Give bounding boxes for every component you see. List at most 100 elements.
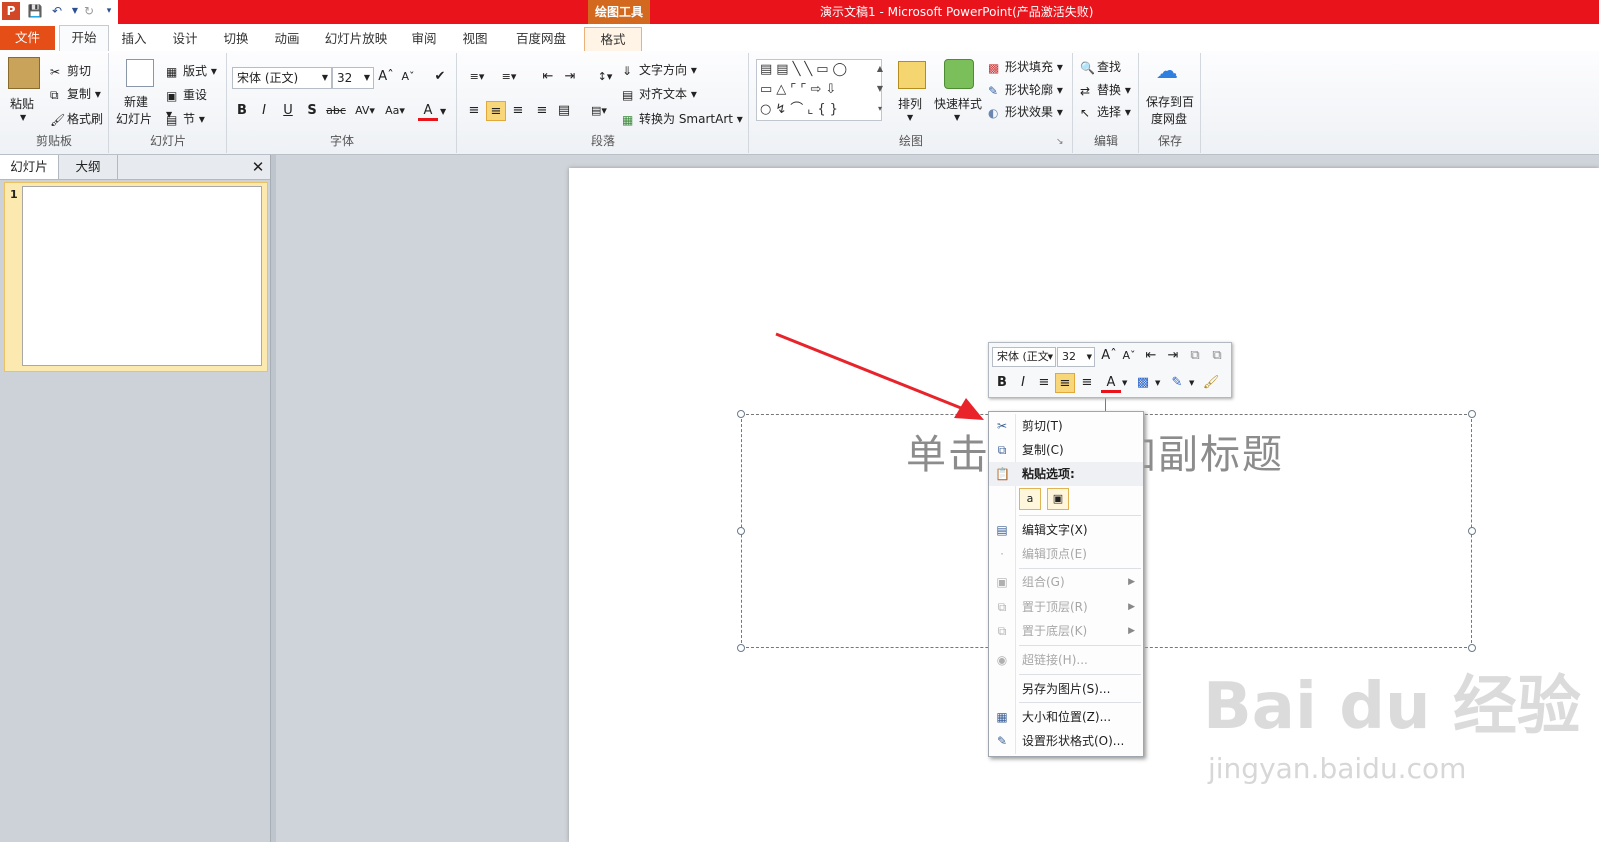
grow-font-icon[interactable]: Aˆ: [376, 67, 396, 87]
quick-styles-dropdown-icon[interactable]: ▼: [954, 113, 960, 122]
paste-button[interactable]: 粘贴: [10, 95, 34, 112]
paste-icon[interactable]: [8, 57, 40, 89]
mini-italic-icon[interactable]: I: [1013, 373, 1033, 393]
resize-handle-top-right[interactable]: [1468, 410, 1476, 418]
baidu-cloud-icon[interactable]: ☁: [1156, 59, 1178, 84]
mini-shrink-font-icon[interactable]: Aˇ: [1119, 346, 1139, 366]
mini-font-color-icon[interactable]: A: [1101, 373, 1121, 393]
align-left-icon[interactable]: ≡: [464, 101, 484, 121]
columns-icon[interactable]: ▤▾: [586, 101, 612, 121]
shape-outline-button[interactable]: ✎ 形状轮廓 ▾: [988, 81, 1063, 98]
new-slide-label-2[interactable]: 幻灯片: [116, 110, 152, 127]
tab-animations[interactable]: 动画: [266, 27, 308, 51]
font-color-dropdown-icon[interactable]: ▼: [440, 107, 446, 116]
redo-icon[interactable]: ↻: [80, 2, 98, 20]
mini-align-left-icon[interactable]: ≡: [1034, 373, 1054, 393]
bold-icon[interactable]: B: [232, 101, 252, 121]
mini-grow-font-icon[interactable]: Aˆ: [1099, 346, 1119, 366]
close-panel-icon[interactable]: ✕: [248, 155, 268, 179]
clear-formatting-icon[interactable]: ✔: [430, 67, 450, 87]
new-slide-label-1[interactable]: 新建: [124, 93, 148, 110]
mini-align-center-icon[interactable]: ≡: [1055, 373, 1075, 393]
customize-quick-access-icon[interactable]: ▾: [100, 2, 118, 20]
increase-indent-icon[interactable]: ⇥: [560, 67, 580, 87]
italic-icon[interactable]: I: [254, 101, 274, 121]
tab-format[interactable]: 格式: [584, 27, 642, 52]
shrink-font-icon[interactable]: Aˇ: [398, 67, 418, 87]
align-text-button[interactable]: ▤ 对齐文本 ▾: [622, 85, 697, 102]
menu-item-size-position[interactable]: ▦ 大小和位置(Z)...: [989, 705, 1143, 729]
mini-font-name-combobox[interactable]: 宋体 (正文 ▼: [992, 347, 1056, 367]
mini-bold-icon[interactable]: B: [992, 373, 1012, 393]
menu-item-cut[interactable]: ✂ 剪切(T): [989, 414, 1143, 438]
mini-decrease-indent-icon[interactable]: ⇤: [1141, 346, 1161, 366]
font-size-combobox[interactable]: 32 ▼: [332, 67, 374, 89]
save-to-baidu-label-2[interactable]: 度网盘: [1151, 110, 1187, 127]
tab-slideshow[interactable]: 幻灯片放映: [320, 27, 392, 51]
font-name-combobox[interactable]: 宋体 (正文) ▼: [232, 67, 332, 89]
strikethrough-icon[interactable]: abc: [324, 101, 348, 121]
save-icon[interactable]: 💾: [26, 2, 44, 20]
reset-button[interactable]: ▣ 重设: [166, 86, 207, 103]
mini-outline-dropdown-icon[interactable]: ▼: [1189, 379, 1194, 387]
arrange-dropdown-icon[interactable]: ▼: [907, 113, 913, 122]
mini-fill-bucket-icon[interactable]: ▩: [1133, 373, 1153, 393]
shape-effects-button[interactable]: ◐ 形状效果 ▾: [988, 103, 1063, 120]
text-direction-button[interactable]: ⇓ 文字方向 ▾: [622, 61, 697, 78]
shapes-gallery[interactable]: ▤▤╲╲▭◯ ▭△⌜⌜⇨⇩ ○↯⌒⌞{}: [756, 59, 882, 121]
tab-insert[interactable]: 插入: [113, 27, 155, 51]
cut-button[interactable]: ✂ 剪切: [50, 62, 91, 79]
shapes-gallery-scroll[interactable]: ▲ ▼ ▾: [874, 59, 886, 121]
mini-increase-indent-icon[interactable]: ⇥: [1163, 346, 1183, 366]
underline-icon[interactable]: U: [278, 101, 298, 121]
layout-button[interactable]: ▦ 版式 ▾: [166, 62, 217, 79]
resize-handle-bottom-left[interactable]: [737, 644, 745, 652]
line-spacing-icon[interactable]: ↕▾: [592, 67, 618, 87]
resize-handle-right[interactable]: [1468, 527, 1476, 535]
mini-fill-dropdown-icon[interactable]: ▼: [1155, 379, 1160, 387]
mini-format-painter-icon[interactable]: 🖌: [1201, 373, 1221, 393]
paste-as-picture-icon[interactable]: ▣: [1047, 488, 1069, 510]
distributed-icon[interactable]: ▤: [554, 101, 574, 121]
mini-send-back-icon[interactable]: ⧉: [1207, 346, 1227, 366]
paste-dropdown-icon[interactable]: ▼: [20, 113, 26, 122]
find-button[interactable]: 🔍 查找: [1080, 58, 1121, 75]
section-button[interactable]: ▤ 节 ▾: [166, 110, 205, 127]
tab-review[interactable]: 审阅: [403, 27, 445, 51]
align-right-icon[interactable]: ≡: [508, 101, 528, 121]
format-painter-button[interactable]: 🖌 格式刷: [50, 110, 103, 127]
select-button[interactable]: ↖ 选择 ▾: [1080, 103, 1131, 120]
mini-bring-front-icon[interactable]: ⧉: [1185, 346, 1205, 366]
font-color-icon[interactable]: A: [418, 101, 438, 121]
quick-styles-icon[interactable]: [944, 59, 974, 89]
tab-transitions[interactable]: 切换: [215, 27, 257, 51]
tab-outline-panel[interactable]: 大纲: [59, 155, 118, 179]
convert-smartart-button[interactable]: ▦ 转换为 SmartArt ▾: [622, 110, 743, 127]
mini-outline-pen-icon[interactable]: ✎: [1167, 373, 1187, 393]
quick-styles-button[interactable]: 快速样式: [934, 95, 982, 112]
align-center-icon[interactable]: ≡: [486, 101, 506, 121]
undo-icon[interactable]: ↶: [48, 2, 66, 20]
decrease-indent-icon[interactable]: ⇤: [538, 67, 558, 87]
resize-handle-left[interactable]: [737, 527, 745, 535]
mini-font-color-dropdown-icon[interactable]: ▼: [1122, 379, 1127, 387]
copy-button[interactable]: ⧉ 复制 ▾: [50, 85, 101, 102]
resize-handle-top-left[interactable]: [737, 410, 745, 418]
slide-thumbnail[interactable]: [22, 186, 262, 366]
numbering-icon[interactable]: ≡▾: [496, 67, 522, 87]
save-to-baidu-label-1[interactable]: 保存到百: [1146, 93, 1194, 110]
shape-fill-button[interactable]: ▩ 形状填充 ▾: [988, 58, 1063, 75]
justify-icon[interactable]: ≡: [532, 101, 552, 121]
text-shadow-icon[interactable]: S: [302, 101, 322, 121]
tab-design[interactable]: 设计: [164, 27, 206, 51]
new-slide-icon[interactable]: [126, 59, 154, 87]
tab-view[interactable]: 视图: [454, 27, 496, 51]
tab-baidu-netdisk[interactable]: 百度网盘: [510, 27, 572, 51]
tab-home[interactable]: 开始: [59, 25, 109, 51]
mini-align-right-icon[interactable]: ≡: [1077, 373, 1097, 393]
change-case-icon[interactable]: Aa▾: [382, 101, 408, 121]
paste-keep-text-icon[interactable]: a: [1019, 488, 1041, 510]
replace-button[interactable]: ⇄ 替换 ▾: [1080, 81, 1131, 98]
tab-slides-panel[interactable]: 幻灯片: [0, 155, 59, 179]
mini-font-size-combobox[interactable]: 32 ▼: [1057, 347, 1095, 367]
